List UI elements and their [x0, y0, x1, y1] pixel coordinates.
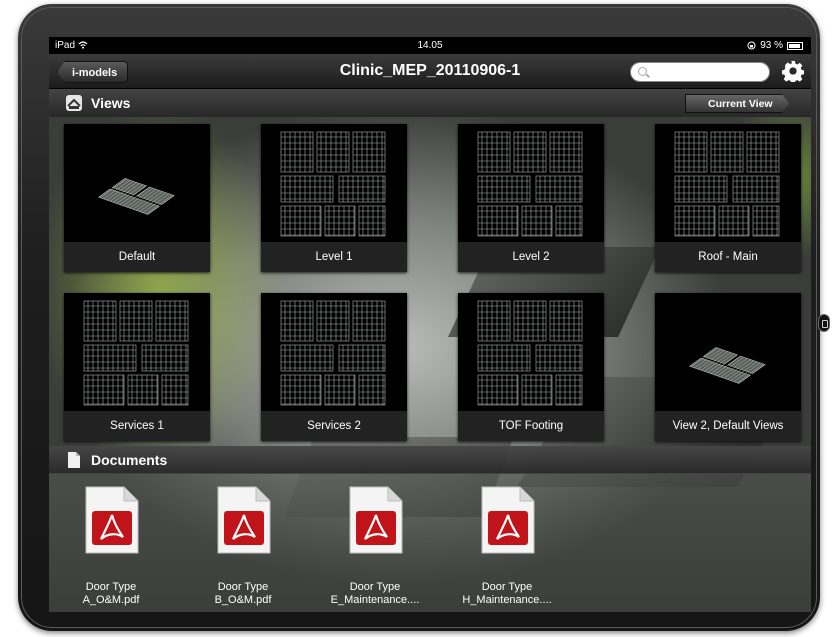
- view-tile-label: Services 2: [261, 411, 407, 441]
- isometric-model-thumbnail: [689, 347, 766, 384]
- home-button[interactable]: [818, 314, 830, 332]
- document-label: Door Type B_O&M.pdf: [188, 581, 298, 607]
- search-icon: [638, 67, 647, 76]
- isometric-model-thumbnail: [98, 178, 175, 215]
- app-screen: iPad 14.05 93 % i-models Clinic_MEP_2011…: [49, 37, 811, 612]
- document-label-line1: Door Type: [349, 581, 401, 593]
- view-tile[interactable]: Roof - Main: [655, 124, 801, 272]
- document-label-line2: H_Maintenance....: [462, 594, 552, 606]
- views-section-title: Views: [91, 95, 131, 111]
- documents-section-title: Documents: [91, 452, 168, 468]
- view-tile-label: Services 1: [64, 411, 210, 441]
- pdf-file-icon: [217, 486, 271, 554]
- floor-plan-thumbnail: [477, 131, 583, 237]
- view-tile[interactable]: TOF Footing: [458, 293, 604, 441]
- document-label-line1: Door Type: [481, 581, 533, 593]
- orientation-lock-icon: [747, 41, 756, 50]
- document-item[interactable]: Door Type H_Maintenance....: [452, 485, 562, 612]
- view-tile[interactable]: View 2, Default Views: [655, 293, 801, 441]
- document-label: Door Type E_Maintenance....: [320, 581, 430, 607]
- view-tile-label: TOF Footing: [458, 411, 604, 441]
- document-label-line1: Door Type: [217, 581, 269, 593]
- search-input[interactable]: [630, 62, 770, 82]
- document-label-line1: Door Type: [85, 581, 137, 593]
- view-tile[interactable]: Level 1: [261, 124, 407, 272]
- document-icon: [68, 452, 80, 468]
- status-right: 93 %: [747, 37, 803, 54]
- view-tile-label: Roof - Main: [655, 242, 801, 272]
- view-tile-label: Level 1: [261, 242, 407, 272]
- document-item[interactable]: Door Type A_O&M.pdf: [56, 485, 166, 612]
- views-icon: [66, 95, 82, 111]
- document-label: Door Type A_O&M.pdf: [56, 581, 166, 607]
- documents-section-header: Documents: [49, 446, 811, 474]
- document-item[interactable]: Door Type E_Maintenance....: [320, 485, 430, 612]
- view-tile-label: View 2, Default Views: [655, 411, 801, 441]
- view-tile[interactable]: Default: [64, 124, 210, 272]
- gear-icon[interactable]: [782, 60, 804, 82]
- status-time: 14.05: [417, 40, 443, 51]
- floor-plan-thumbnail: [674, 131, 780, 237]
- view-tile[interactable]: Services 2: [261, 293, 407, 441]
- views-section-header: Views Current View: [49, 89, 811, 117]
- floor-plan-thumbnail: [280, 131, 386, 237]
- document-label: Door Type H_Maintenance....: [452, 581, 562, 607]
- pdf-file-icon: [85, 486, 139, 554]
- status-bar: iPad 14.05 93 %: [49, 37, 811, 54]
- battery-percent: 93 %: [760, 40, 783, 51]
- navigation-bar: i-models Clinic_MEP_20110906-1: [49, 54, 811, 89]
- floor-plan-thumbnail: [477, 300, 583, 406]
- current-view-button[interactable]: Current View: [685, 94, 790, 113]
- pdf-file-icon: [481, 486, 535, 554]
- view-tile-label: Default: [64, 242, 210, 272]
- pdf-file-icon: [349, 486, 403, 554]
- view-tile[interactable]: Services 1: [64, 293, 210, 441]
- floor-plan-thumbnail: [280, 300, 386, 406]
- document-label-line2: B_O&M.pdf: [214, 594, 272, 606]
- floor-plan-thumbnail: [83, 300, 189, 406]
- view-tile[interactable]: Level 2: [458, 124, 604, 272]
- document-label-line2: A_O&M.pdf: [82, 594, 140, 606]
- document-label-line2: E_Maintenance....: [330, 594, 420, 606]
- document-item[interactable]: Door Type B_O&M.pdf: [188, 485, 298, 612]
- battery-icon: [787, 41, 803, 50]
- view-tile-label: Level 2: [458, 242, 604, 272]
